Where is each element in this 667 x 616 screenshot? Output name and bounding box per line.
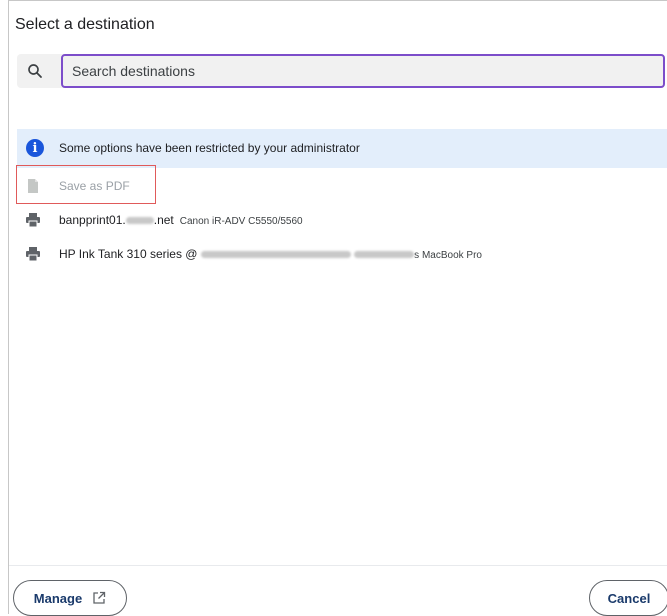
document-icon — [28, 179, 38, 193]
destination-banpprint01[interactable]: banpprint01. .net Canon iR-ADV C5550/5560 — [17, 205, 657, 235]
search-icon — [28, 64, 42, 78]
search-bar — [17, 54, 665, 88]
search-input[interactable] — [61, 54, 665, 88]
manage-label: Manage — [33, 590, 83, 606]
destination-name: banpprint01. .net Canon iR-ADV C5550/5560 — [59, 213, 303, 227]
destination-name: Save as PDF — [59, 179, 130, 193]
footer-divider — [9, 565, 667, 566]
redacted-text — [200, 251, 351, 259]
dialog-title: Select a destination — [15, 16, 155, 33]
banner-text: Some options have been restricted by you… — [59, 141, 360, 155]
manage-button[interactable]: Manage — [13, 580, 127, 616]
printer-icon — [26, 213, 40, 228]
cancel-button[interactable]: Cancel — [589, 580, 667, 616]
redacted-text — [125, 217, 154, 225]
redacted-text — [354, 251, 415, 259]
admin-restriction-banner: i Some options have been restricted by y… — [17, 129, 667, 168]
printer-icon — [26, 247, 40, 262]
info-icon: i — [26, 139, 44, 157]
destination-dialog: Select a destination i Some options have… — [8, 0, 667, 616]
printer-model: Canon iR-ADV C5550/5560 — [179, 216, 303, 227]
printer-host: s MacBook Pro — [414, 250, 482, 261]
destination-name: HP Ink Tank 310 series @ s MacBook Pro — [59, 247, 482, 261]
destination-hp-ink-tank[interactable]: HP Ink Tank 310 series @ s MacBook Pro — [17, 239, 657, 269]
destination-save-as-pdf: Save as PDF — [17, 171, 657, 201]
external-link-icon — [93, 591, 106, 604]
